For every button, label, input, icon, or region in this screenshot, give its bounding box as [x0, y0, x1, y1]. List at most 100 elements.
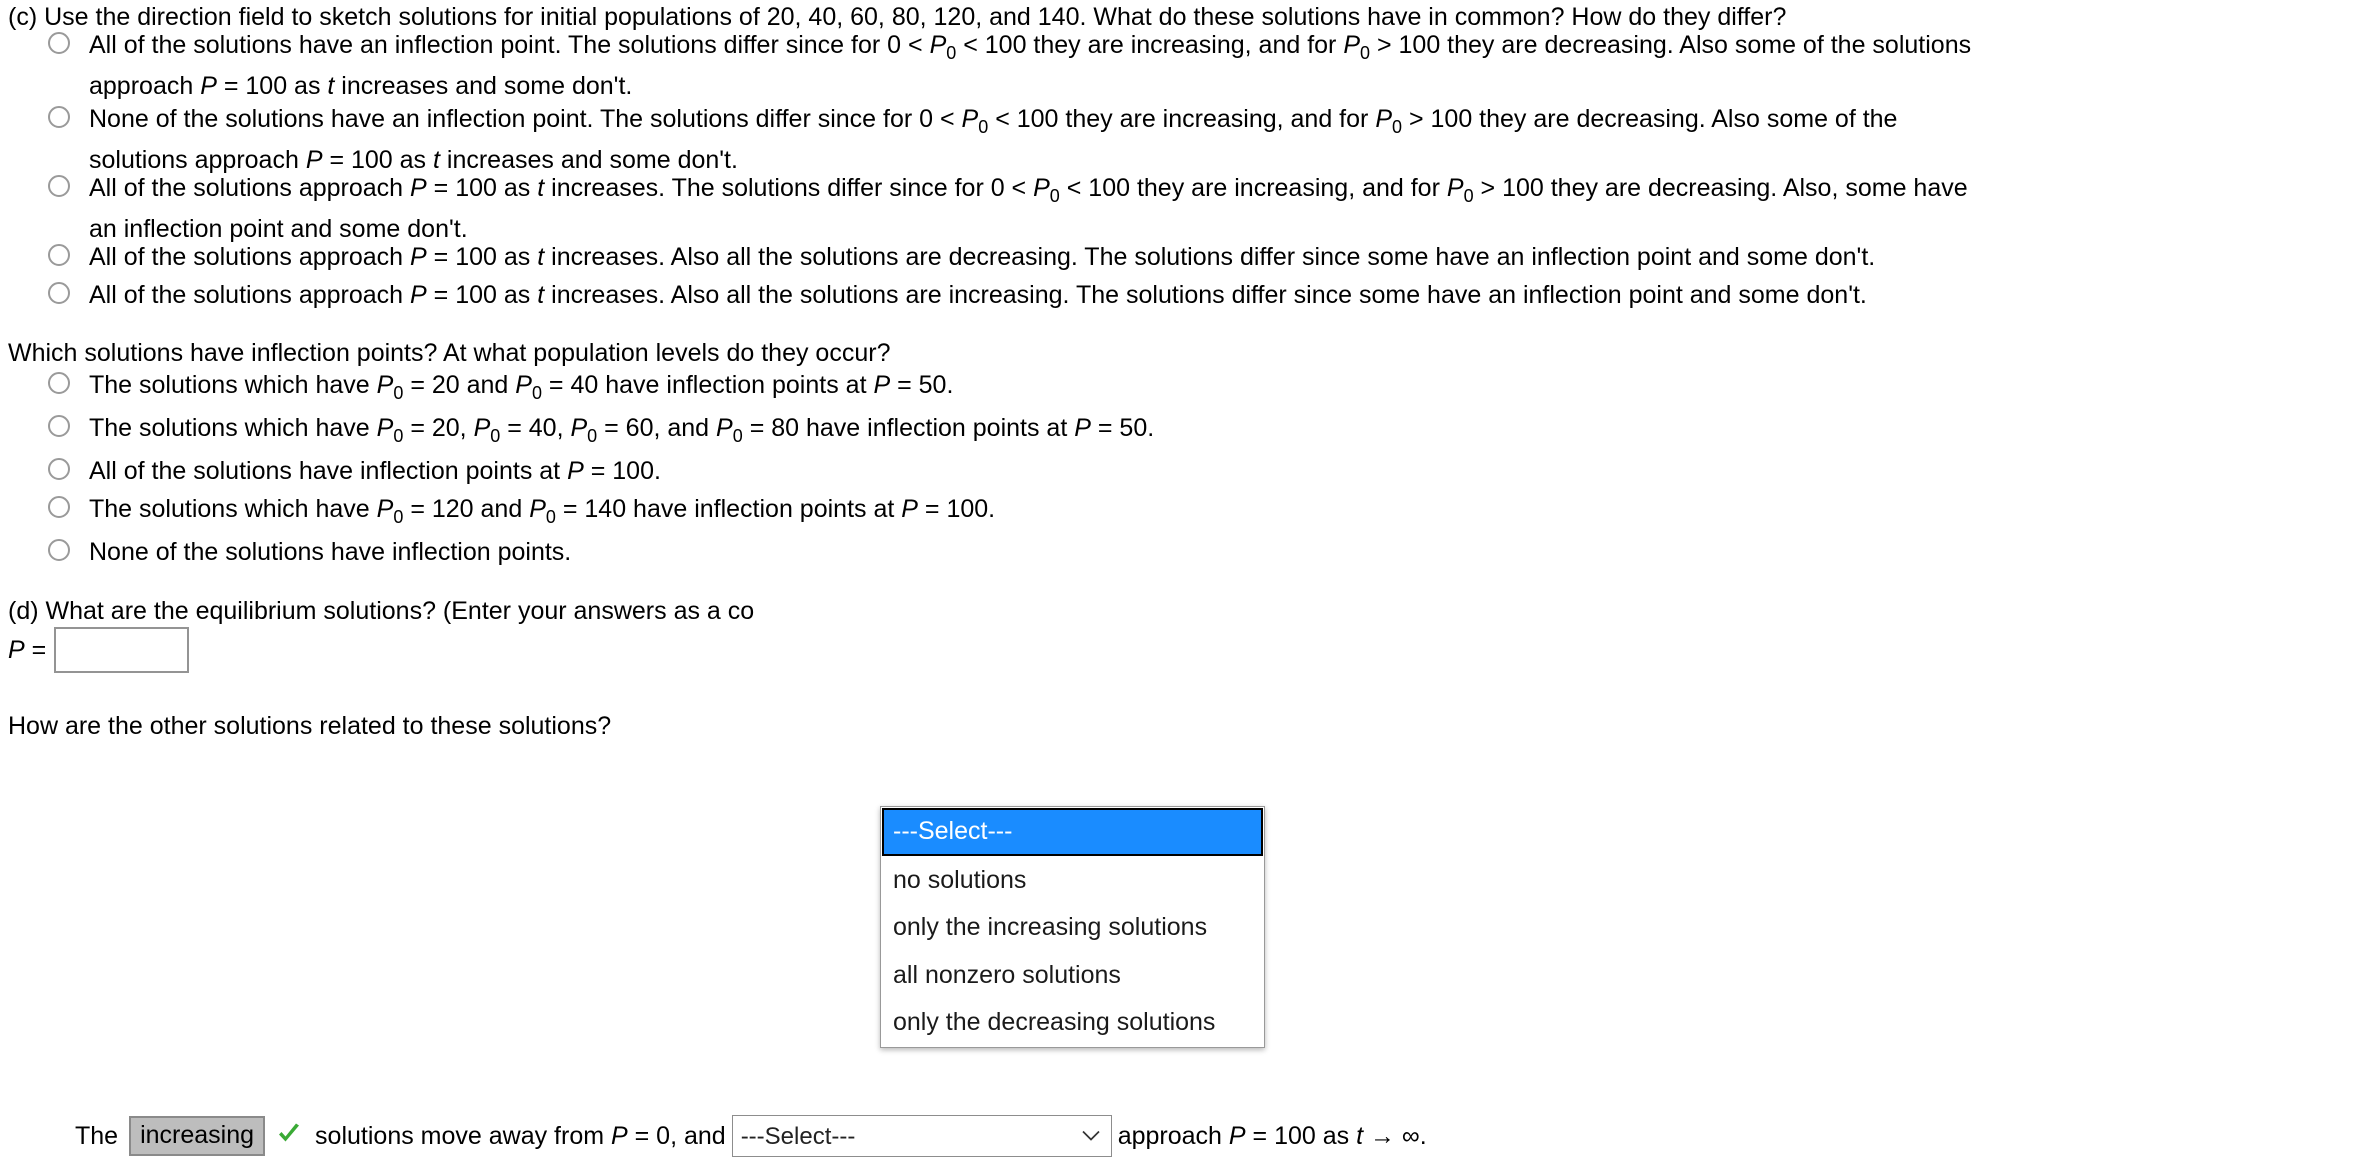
- inflection-option-2[interactable]: The solutions which have P0 = 20, P0 = 4…: [48, 409, 1154, 450]
- opt-text-fragment: All of the solutions have an inflection …: [89, 31, 930, 59]
- math-symbol-P0: P: [1375, 105, 1392, 133]
- opt-text-fragment: → ∞.: [1363, 1121, 1427, 1150]
- math-symbol-P0: P: [473, 414, 491, 442]
- math-symbol-P0: P: [716, 414, 733, 442]
- opt-text-fragment: increases. Also all the solutions are in…: [544, 281, 1867, 309]
- radio-button-c-5[interactable]: [48, 282, 70, 304]
- part-d-answer-row: P =: [8, 627, 190, 673]
- opt-text-fragment: increases. The solutions differ since fo…: [544, 174, 1034, 202]
- relation-select[interactable]: ---Select---: [731, 1115, 1112, 1157]
- opt-text-fragment: increases and some don't.: [334, 72, 633, 101]
- dropdown-item-select-placeholder[interactable]: ---Select---: [882, 808, 1263, 856]
- part-c-option-5[interactable]: All of the solutions approach P = 100 as…: [48, 276, 1867, 314]
- opt-text-fragment: The solutions which have: [89, 495, 377, 523]
- opt-text-fragment: = 100 as: [426, 174, 538, 202]
- equilibrium-answer-input[interactable]: [54, 627, 190, 673]
- radio-button-inflection-5[interactable]: [48, 539, 70, 561]
- math-symbol-P: P: [1074, 414, 1091, 442]
- subscript-0: 0: [531, 382, 542, 403]
- math-symbol-P0: P: [529, 495, 546, 523]
- relation-select-wrapper[interactable]: ---Select---: [731, 1115, 1112, 1157]
- inflection-option-1-label: The solutions which have P0 = 20 and P0 …: [89, 366, 953, 407]
- radio-button-c-3[interactable]: [48, 175, 70, 197]
- opt-text-fragment: = 40 have inflection points at: [541, 371, 874, 399]
- radio-button-inflection-1[interactable]: [48, 372, 70, 394]
- relation-dropdown-open-list[interactable]: ---Select--- no solutions only the incre…: [880, 806, 1265, 1048]
- opt-text-fragment: The solutions which have: [89, 414, 377, 442]
- subscript-0: 0: [978, 116, 989, 137]
- opt-text-fragment: > 100 they are decreasing. Also some of …: [1402, 105, 1898, 133]
- math-symbol-P: P: [410, 174, 427, 202]
- math-symbol-P0: P: [1446, 174, 1464, 202]
- part-c-option-3[interactable]: All of the solutions approach P = 100 as…: [48, 169, 1968, 248]
- bottom-tail-text: approach P = 100 as t → ∞.: [1118, 1122, 1427, 1151]
- subscript-0: 0: [732, 425, 743, 446]
- inflection-option-1[interactable]: The solutions which have P0 = 20 and P0 …: [48, 366, 953, 407]
- opt-text-fragment: The solutions which have: [89, 371, 377, 399]
- math-symbol-P: P: [611, 1121, 628, 1150]
- bottom-answer-sentence: The increasing solutions move away from …: [75, 1115, 1427, 1157]
- opt-text-fragment: All of the solutions have inflection poi…: [89, 457, 568, 485]
- subscript-0: 0: [393, 506, 404, 527]
- part-c-option-5-label: All of the solutions approach P = 100 as…: [89, 276, 1867, 314]
- radio-button-inflection-4[interactable]: [48, 496, 70, 518]
- opt-text-fragment: = 40,: [500, 414, 571, 442]
- dropdown-item-no-solutions[interactable]: no solutions: [881, 857, 1264, 905]
- math-symbol-P0: P: [515, 371, 532, 399]
- inflection-option-3[interactable]: All of the solutions have inflection poi…: [48, 452, 661, 490]
- opt-text-fragment: solutions move away from: [315, 1121, 611, 1150]
- inflection-option-3-label: All of the solutions have inflection poi…: [89, 452, 661, 490]
- part-c-option-1[interactable]: All of the solutions have an inflection …: [48, 26, 1971, 105]
- opt-text-fragment: All of the solutions approach: [89, 243, 411, 271]
- inflection-option-4[interactable]: The solutions which have P0 = 120 and P0…: [48, 490, 995, 531]
- dropdown-item-only-increasing-solutions[interactable]: only the increasing solutions: [881, 904, 1264, 952]
- equals-sign: =: [24, 635, 47, 664]
- opt-text-fragment: = 20,: [403, 414, 474, 442]
- math-symbol-P0: P: [376, 414, 394, 442]
- opt-text-fragment: increases. Also all the solutions are de…: [544, 243, 1876, 271]
- math-symbol-P0: P: [376, 495, 394, 523]
- math-symbol-P: P: [1228, 1121, 1246, 1150]
- math-symbol-P: P: [8, 635, 25, 664]
- part-c-option-2[interactable]: None of the solutions have an inflection…: [48, 100, 1897, 179]
- opt-text-fragment: All of the solutions approach: [89, 281, 411, 309]
- subscript-0: 0: [587, 425, 598, 446]
- part-c-option-4-label: All of the solutions approach P = 100 as…: [89, 238, 1875, 276]
- opt-text-fragment: approach: [1117, 1121, 1229, 1150]
- math-symbol-P: P: [410, 281, 427, 309]
- radio-button-inflection-3[interactable]: [48, 458, 70, 480]
- opt-text-fragment: None of the solutions have an inflection…: [89, 105, 962, 133]
- part-d-p-label: P =: [8, 636, 46, 665]
- inflection-option-5[interactable]: None of the solutions have inflection po…: [48, 533, 571, 571]
- part-c-option-1-label: All of the solutions have an inflection …: [89, 26, 1971, 105]
- opt-text-fragment: = 60, and: [597, 414, 717, 442]
- bottom-mid-text: solutions move away from P = 0, and: [315, 1122, 726, 1151]
- opt-text-fragment: < 100 they are increasing, and for: [988, 105, 1376, 133]
- opt-text-fragment: = 100 as: [426, 281, 538, 309]
- green-check-icon: [275, 1120, 303, 1153]
- radio-button-inflection-2[interactable]: [48, 415, 70, 437]
- radio-button-c-4[interactable]: [48, 244, 70, 266]
- math-symbol-P0: P: [1343, 31, 1361, 59]
- inflection-option-4-label: The solutions which have P0 = 120 and P0…: [89, 490, 995, 531]
- part-c-option-3-label: All of the solutions approach P = 100 as…: [89, 169, 1968, 248]
- subscript-0: 0: [946, 42, 957, 63]
- dropdown-item-all-nonzero-solutions[interactable]: all nonzero solutions: [881, 952, 1264, 1000]
- radio-button-c-1[interactable]: [48, 32, 70, 54]
- subscript-0: 0: [393, 425, 404, 446]
- bottom-the-word: The: [75, 1121, 119, 1150]
- math-symbol-P: P: [873, 371, 891, 399]
- math-symbol-P: P: [410, 243, 427, 271]
- opt-text-fragment: = 50.: [1090, 414, 1155, 442]
- math-symbol-P0: P: [376, 371, 394, 399]
- dropdown-item-only-decreasing-solutions[interactable]: only the decreasing solutions: [881, 999, 1264, 1047]
- part-c-option-4[interactable]: All of the solutions approach P = 100 as…: [48, 238, 1875, 276]
- subscript-0: 0: [1049, 185, 1060, 206]
- opt-text-fragment: = 100 as: [1245, 1121, 1357, 1150]
- math-symbol-P: P: [567, 457, 584, 485]
- inflection-option-5-label: None of the solutions have inflection po…: [89, 538, 572, 566]
- radio-button-c-2[interactable]: [48, 106, 70, 128]
- opt-text-fragment: = 120 and: [403, 495, 530, 523]
- opt-text-fragment: = 140 have inflection points at: [555, 495, 902, 523]
- exercise-page: (c) Use the direction field to sketch so…: [0, 0, 2373, 1174]
